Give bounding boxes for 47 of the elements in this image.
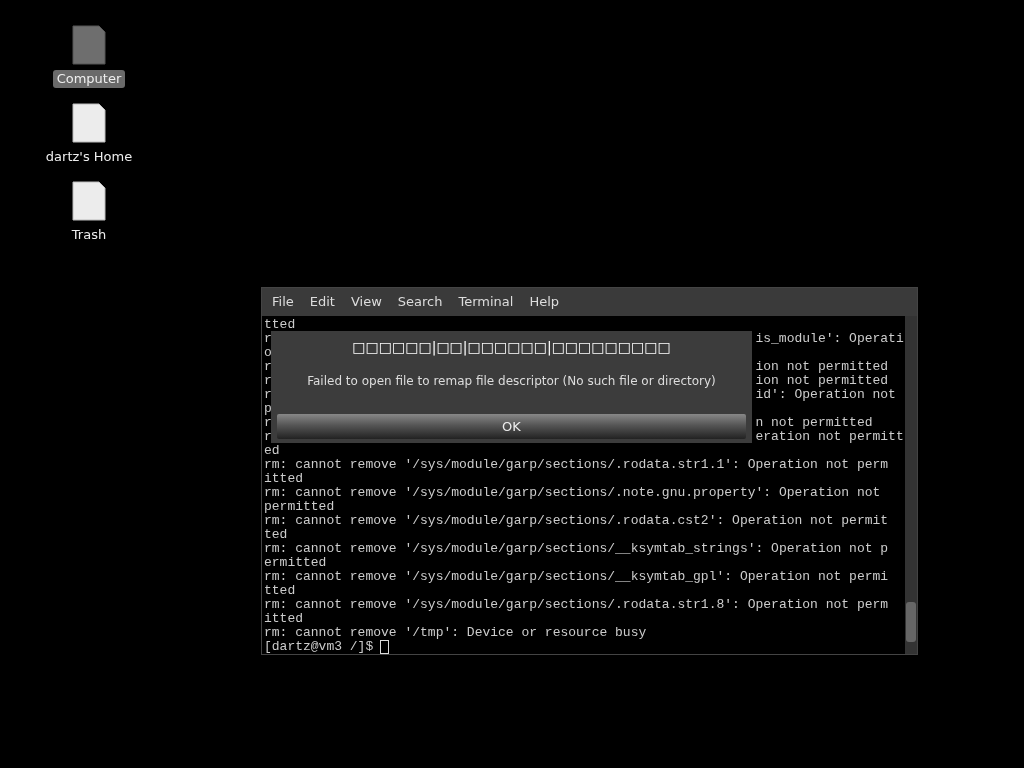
terminal-line: ion not permitted bbox=[755, 360, 889, 374]
menu-item[interactable]: Help bbox=[521, 292, 568, 312]
terminal-line: r bbox=[264, 430, 272, 444]
scrollbar[interactable] bbox=[905, 316, 917, 654]
terminal-line: rm: cannot remove '/sys/module/garp/sections/__ksymtab_strings': Operation not p bbox=[264, 542, 890, 556]
desktop-icon-label[interactable]: dartz's Home bbox=[41, 148, 137, 166]
terminal-line: r bbox=[264, 374, 272, 388]
terminal-line: itted bbox=[264, 612, 304, 626]
terminal-line: tted bbox=[264, 584, 296, 598]
terminal-line: rm: cannot remove '/sys/module/garp/sections/__ksymtab_gpl': Operation not permi bbox=[264, 570, 890, 584]
terminal-line: r bbox=[264, 416, 272, 430]
terminal-line: r bbox=[264, 332, 272, 346]
terminal-line: ed bbox=[264, 444, 281, 458]
menu-item[interactable]: File bbox=[264, 292, 302, 312]
dialog-title: □□□□□□|□□|□□□□□□|□□□□□□□□□ bbox=[352, 338, 671, 358]
file-icon[interactable] bbox=[71, 102, 107, 144]
terminal-line: id': Operation not bbox=[755, 388, 896, 402]
scrollbar-thumb[interactable] bbox=[906, 602, 916, 642]
terminal-line: rm: cannot remove '/sys/module/garp/sections/.rodata.str1.8': Operation not perm bbox=[264, 598, 890, 612]
text-cursor bbox=[380, 640, 390, 654]
terminal-line: permitted bbox=[264, 500, 336, 514]
menu-item[interactable]: Edit bbox=[301, 292, 343, 312]
terminal-line: rm: cannot remove '/sys/module/garp/sections/.rodata.str1.1': Operation not perm bbox=[264, 458, 890, 472]
dialog-message: Failed to open file to remap file descriptor (No such file or directory) bbox=[307, 373, 716, 390]
terminal-line: rm: cannot remove '/tmp': Device or resource busy bbox=[264, 626, 648, 640]
terminal-line: itted bbox=[264, 472, 304, 486]
terminal-line: ted bbox=[264, 528, 289, 542]
terminal-line: n not permitted bbox=[755, 416, 873, 430]
terminal-line: is_module': Operati bbox=[755, 332, 904, 346]
ok-button[interactable]: OK bbox=[277, 414, 746, 439]
terminal-line: p bbox=[264, 402, 272, 416]
terminal-line: o bbox=[264, 346, 272, 360]
terminal-line: r bbox=[264, 360, 272, 374]
terminal-line: rm: cannot remove '/sys/module/garp/sections/.note.gnu.property': Operation not bbox=[264, 486, 882, 500]
terminal-line: tted bbox=[264, 318, 297, 332]
file-icon[interactable] bbox=[71, 180, 107, 222]
terminal-line: eration not permitt bbox=[755, 430, 904, 444]
menu-item[interactable]: View bbox=[342, 292, 390, 312]
terminal-line: r bbox=[264, 388, 272, 402]
menu-item[interactable]: Search bbox=[389, 292, 451, 312]
terminal-line: rm: cannot remove '/sys/module/garp/sections/.rodata.cst2': Operation not permit bbox=[264, 514, 890, 528]
desktop-icon-label[interactable]: Trash bbox=[67, 226, 111, 244]
terminal-line: ermitted bbox=[264, 556, 328, 570]
menu-item[interactable]: Terminal bbox=[450, 292, 522, 312]
desktop-icon-label[interactable]: Computer bbox=[52, 70, 126, 88]
terminal-prompt: [dartz@vm3 /]$ bbox=[264, 639, 374, 654]
terminal-line: ion not permitted bbox=[755, 374, 889, 388]
